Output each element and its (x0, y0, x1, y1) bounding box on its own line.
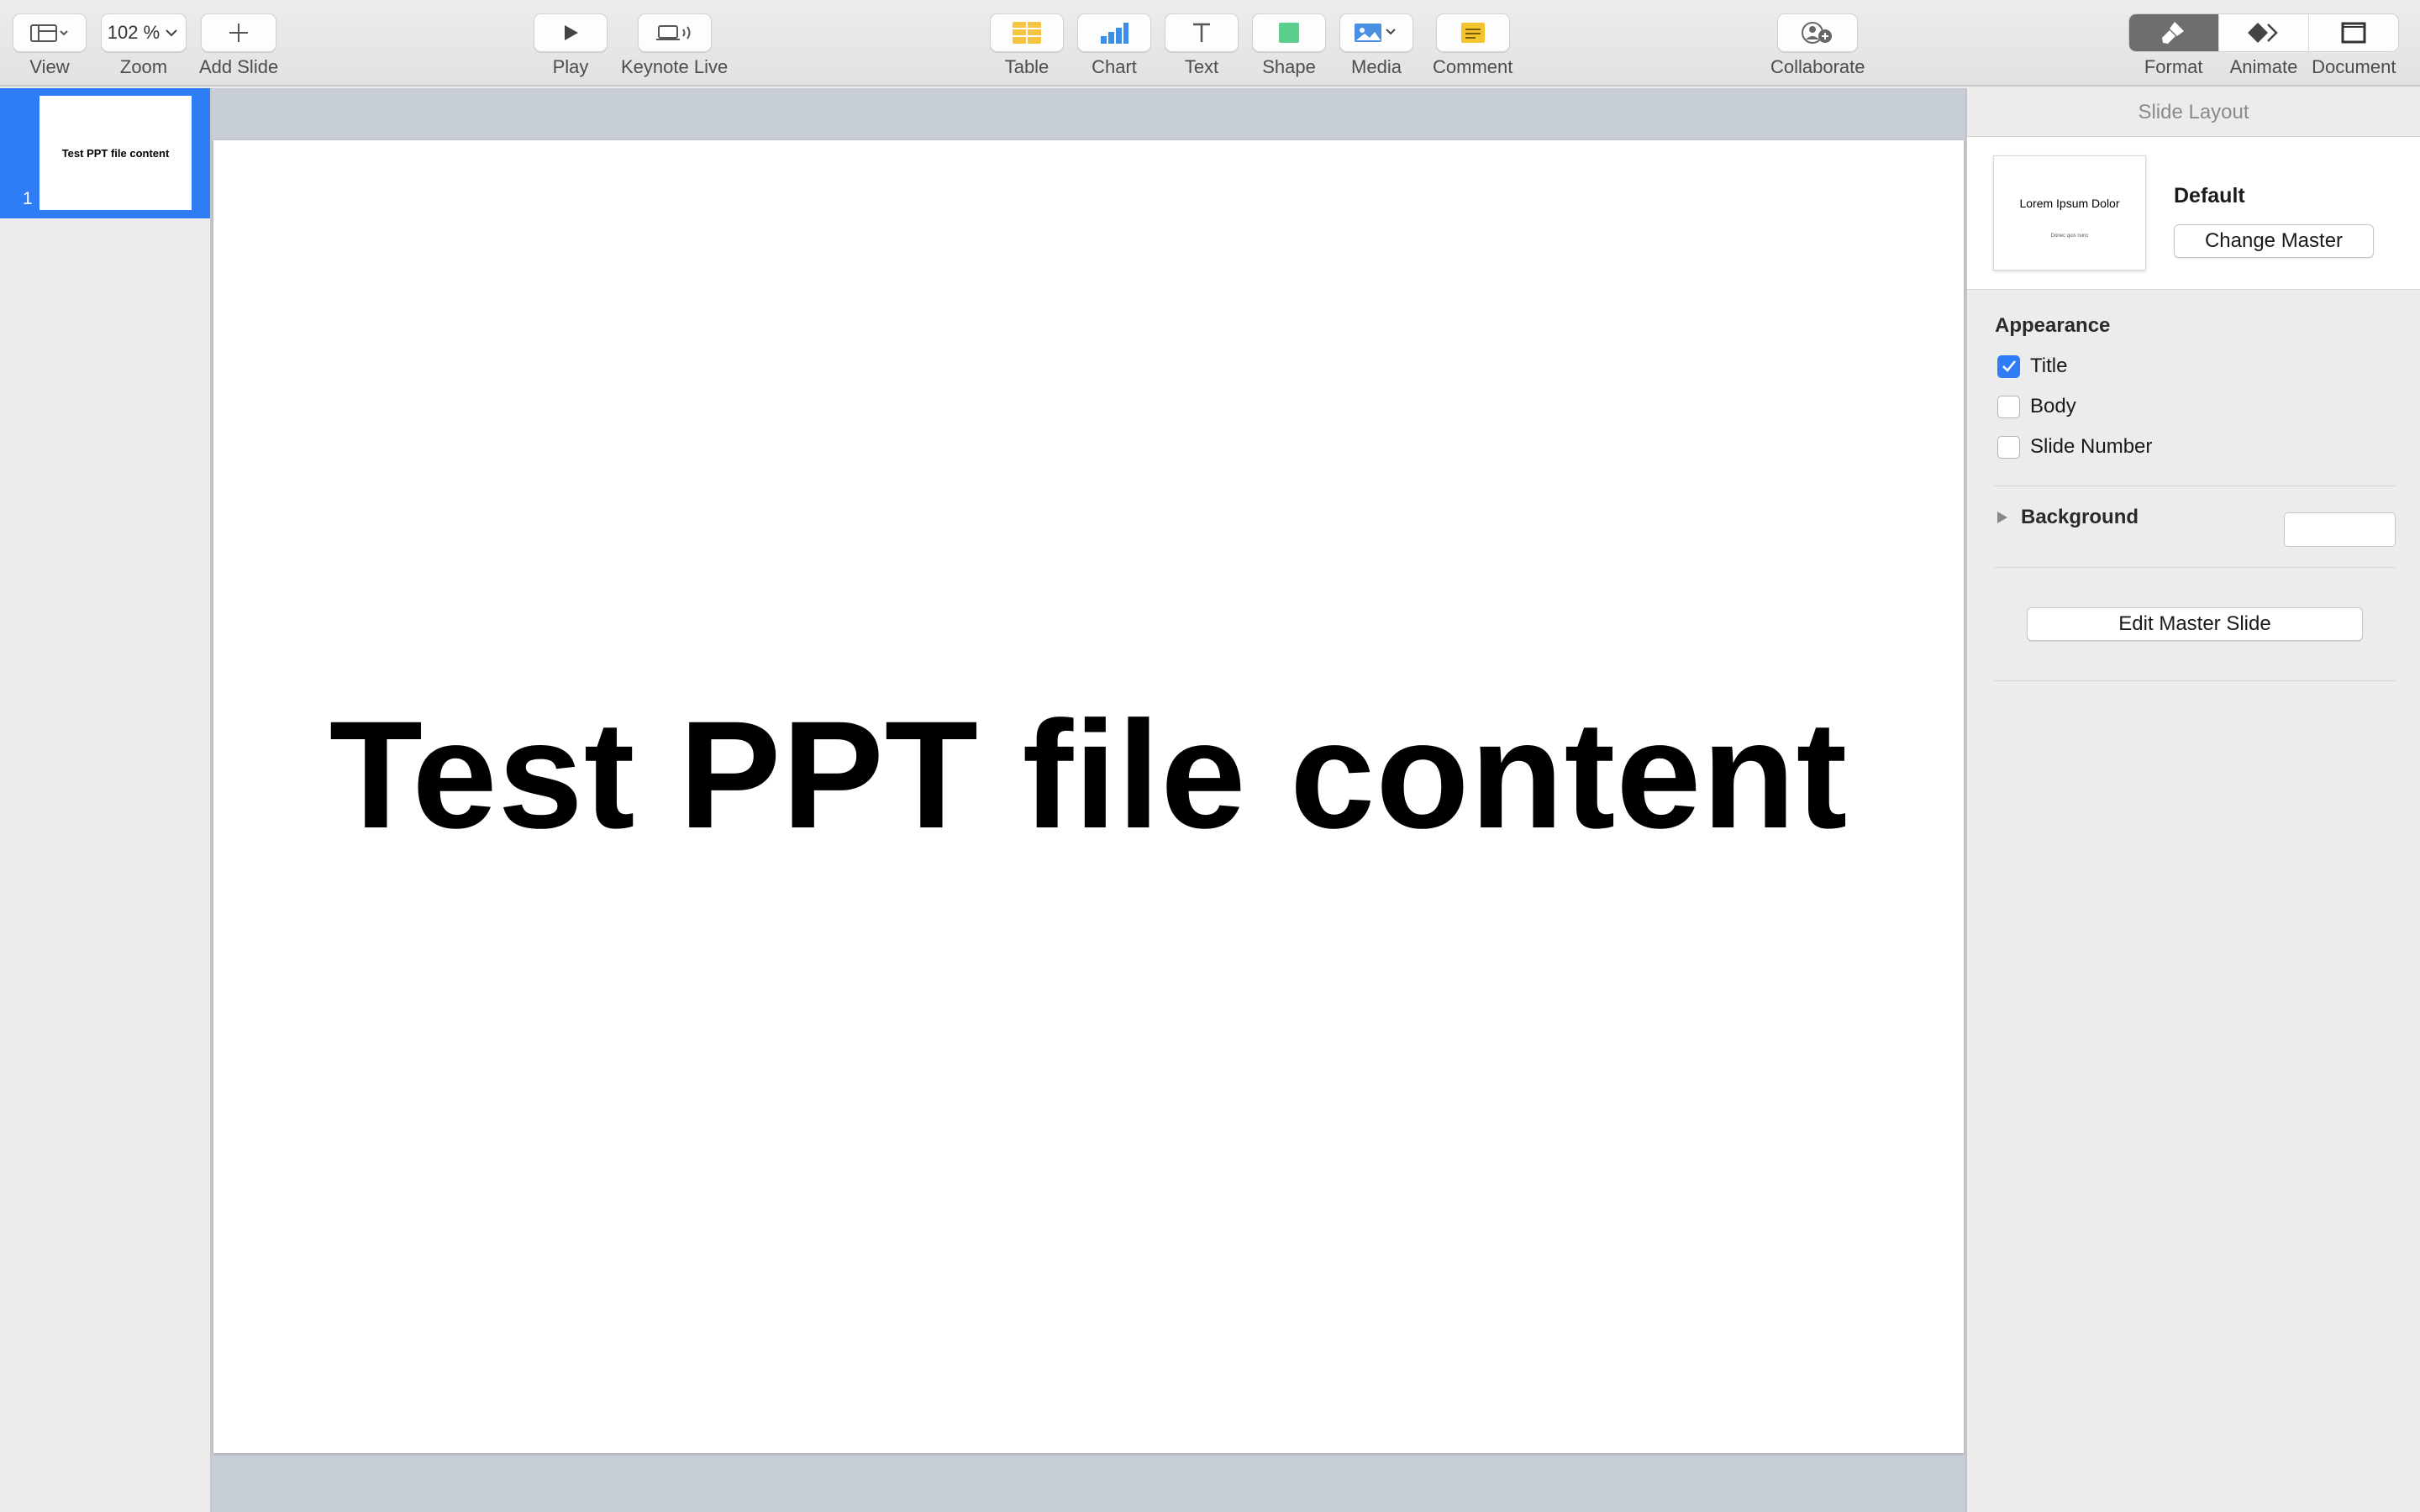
title-checkbox-label: Title (2030, 354, 2068, 377)
table-button[interactable] (990, 13, 1064, 52)
zoom-value: 102 % (107, 22, 160, 43)
background-disclosure[interactable]: Background (1996, 506, 2139, 529)
shape-icon (1279, 23, 1299, 43)
checkmark-icon (2002, 360, 2016, 372)
slide[interactable]: Test PPT file content (213, 140, 1964, 1453)
zoom-label: Zoom (119, 56, 168, 77)
slide-number: 1 (23, 189, 33, 208)
text-button[interactable] (1165, 13, 1239, 52)
keynote-live-button[interactable] (637, 13, 712, 52)
keynote-live-tool[interactable]: Keynote Live (621, 13, 728, 78)
slide-number-option[interactable]: Slide Number (1997, 435, 2152, 459)
text-tool[interactable]: Text (1165, 13, 1239, 78)
table-tool[interactable]: Table (990, 13, 1064, 78)
table-label: Table (1004, 56, 1050, 77)
slide-navigator: Test PPT file content 1 (0, 88, 212, 1512)
media-tool[interactable]: Media (1339, 13, 1413, 78)
divider (1994, 680, 2396, 681)
title-option[interactable]: Title (1997, 354, 2067, 378)
text-label: Text (1184, 56, 1219, 77)
comment-label: Comment (1433, 56, 1513, 77)
chart-button[interactable] (1077, 13, 1151, 52)
master-thumbnail[interactable]: Lorem Ipsum Dolor Donec quis nunc (1993, 155, 2146, 270)
slide-thumbnail[interactable]: Test PPT file content (39, 96, 192, 210)
play-button[interactable] (534, 13, 608, 52)
slide-number-checkbox-label: Slide Number (2030, 435, 2153, 458)
chart-label: Chart (1092, 56, 1137, 77)
document-tab[interactable] (2308, 14, 2398, 51)
keynote-live-label: Keynote Live (621, 56, 729, 77)
collaborate-label: Collaborate (1770, 56, 1865, 77)
slide-thumbnail-row-1[interactable]: Test PPT file content 1 (0, 88, 210, 218)
background-label: Background (2021, 506, 2139, 528)
paintbrush-icon (2162, 22, 2184, 44)
add-slide-tool[interactable]: Add Slide (199, 13, 278, 78)
format-inspector: Slide Layout Lorem Ipsum Dolor Donec qui… (1965, 88, 2420, 1512)
slide-canvas-area: Test PPT file content (212, 88, 1965, 1512)
master-thumbnail-subtitle: Donec quis nunc (2050, 234, 2089, 239)
format-tab[interactable] (2129, 14, 2218, 51)
play-tool[interactable]: Play (534, 13, 608, 78)
document-icon (2341, 22, 2366, 44)
disclosure-triangle-icon (1997, 512, 2007, 523)
media-button[interactable] (1339, 13, 1413, 52)
zoom-tool[interactable]: 102 % Zoom (101, 13, 187, 78)
body-checkbox-label: Body (2030, 395, 2076, 417)
background-color-well[interactable] (2284, 512, 2396, 547)
comment-tool[interactable]: Comment (1433, 13, 1512, 78)
shape-tool[interactable]: Shape (1252, 13, 1326, 78)
comment-button[interactable] (1435, 13, 1510, 52)
view-tool[interactable]: View (13, 13, 87, 78)
animate-tab[interactable] (2218, 14, 2308, 51)
inspector-segmented-control (2128, 13, 2399, 52)
plus-icon (229, 24, 249, 42)
slide-title-text[interactable]: Test PPT file content (213, 686, 1964, 863)
change-master-button[interactable]: Change Master (2174, 224, 2374, 258)
body-checkbox[interactable] (1997, 395, 2020, 418)
table-icon (1013, 22, 1041, 44)
collaborate-tool[interactable]: Collaborate (1770, 13, 1865, 78)
chevron-down-icon (166, 29, 177, 37)
shape-button[interactable] (1252, 13, 1326, 52)
add-slide-button[interactable] (201, 13, 277, 52)
media-label: Media (1351, 56, 1402, 77)
comment-icon (1460, 23, 1485, 43)
view-label: View (29, 56, 70, 77)
text-icon (1193, 23, 1210, 42)
master-name: Default (2174, 184, 2245, 207)
keynote-live-icon (655, 25, 691, 40)
inspector-tab-labels: Format Animate Document (2128, 56, 2399, 78)
body-option[interactable]: Body (1997, 395, 2076, 418)
sidebar-view-icon (30, 24, 68, 42)
edit-master-slide-button[interactable]: Edit Master Slide (2027, 607, 2363, 641)
media-icon (1355, 24, 1396, 42)
inspector-header: Slide Layout (1967, 88, 2420, 137)
title-checkbox[interactable] (1997, 354, 2020, 378)
slide-thumbnail-title: Test PPT file content (61, 146, 170, 160)
animate-diamond-icon (2248, 23, 2278, 43)
shape-label: Shape (1262, 56, 1316, 77)
appearance-heading: Appearance (1995, 314, 2111, 337)
slide-number-checkbox[interactable] (1997, 435, 2020, 459)
add-slide-label: Add Slide (199, 56, 279, 77)
format-label: Format (2144, 56, 2203, 77)
view-button[interactable] (13, 13, 87, 52)
chart-icon (1101, 23, 1128, 44)
animate-label: Animate (2229, 56, 2298, 77)
toolbar: View 102 % Zoom Add Slide Play Keynote L… (0, 0, 2420, 87)
play-icon (565, 25, 578, 40)
play-label: Play (552, 56, 589, 77)
collaborate-icon (1802, 22, 1833, 44)
chart-tool[interactable]: Chart (1077, 13, 1151, 78)
master-section: Lorem Ipsum Dolor Donec quis nunc Defaul… (1967, 137, 2420, 290)
master-thumbnail-title: Lorem Ipsum Dolor (2019, 197, 2120, 210)
divider (1994, 567, 2396, 568)
collaborate-button[interactable] (1777, 13, 1859, 52)
document-label: Document (2312, 56, 2396, 77)
zoom-dropdown[interactable]: 102 % (101, 13, 187, 52)
